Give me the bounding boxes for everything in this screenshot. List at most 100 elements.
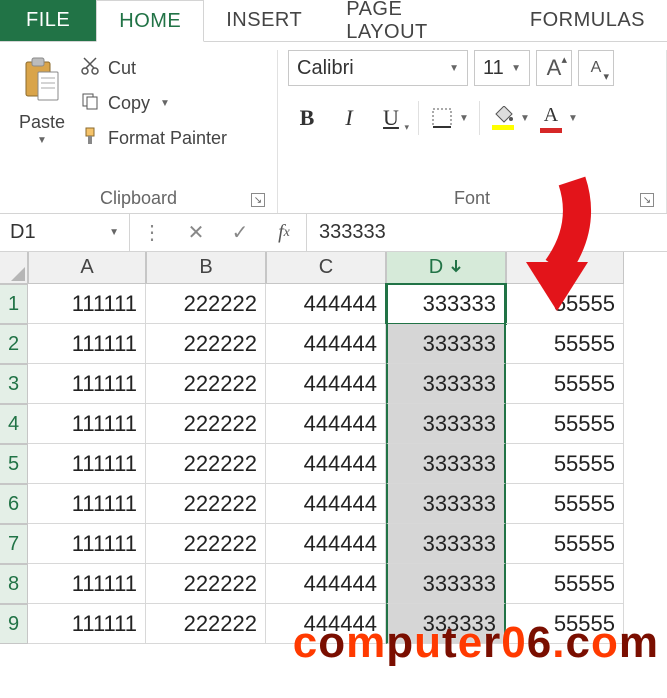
row-header[interactable]: 4	[0, 404, 28, 444]
cell[interactable]: 55555	[506, 484, 624, 524]
shrink-font-button[interactable]: A▾	[578, 50, 614, 86]
cell[interactable]: 111111	[28, 404, 146, 444]
cell[interactable]: 55555	[506, 284, 624, 324]
font-name-combo[interactable]: Calibri ▼	[288, 50, 468, 86]
fill-color-button[interactable]: ▼	[488, 100, 532, 136]
cell[interactable]: 333333	[386, 564, 506, 604]
cell[interactable]: 222222	[146, 524, 266, 564]
separator	[418, 101, 419, 135]
paste-button[interactable]: Paste ▼	[10, 50, 74, 182]
cell[interactable]: 55555	[506, 364, 624, 404]
row-header[interactable]: 8	[0, 564, 28, 604]
column-header-c[interactable]: C	[266, 252, 386, 284]
name-box[interactable]: D1 ▼	[0, 214, 130, 251]
cell[interactable]: 333333	[386, 444, 506, 484]
formula-input[interactable]: 333333	[307, 214, 667, 251]
tab-file[interactable]: FILE	[0, 0, 96, 41]
tab-insert[interactable]: INSERT	[204, 0, 324, 41]
row-header[interactable]: 5	[0, 444, 28, 484]
cell[interactable]: 444444	[266, 604, 386, 644]
cell[interactable]: 111111	[28, 524, 146, 564]
underline-button[interactable]: U	[372, 100, 410, 136]
font-color-button[interactable]: A ▼	[536, 100, 580, 136]
cancel-formula-button[interactable]: ✕	[174, 220, 218, 245]
dialog-launcher-icon[interactable]: ↘	[251, 193, 265, 207]
chevron-down-icon: ▼	[457, 100, 471, 136]
formula-value: 333333	[319, 221, 386, 244]
column-header-b[interactable]: B	[146, 252, 266, 284]
bucket-icon	[488, 100, 518, 136]
border-icon	[427, 100, 457, 136]
cell[interactable]: 333333	[386, 364, 506, 404]
cell[interactable]: 55555	[506, 404, 624, 444]
bold-button[interactable]: B	[288, 100, 326, 136]
chevron-down-icon: ▼	[566, 100, 580, 136]
cell[interactable]: 55555	[506, 564, 624, 604]
tab-formulas[interactable]: FORMULAS	[508, 0, 667, 41]
tab-home[interactable]: HOME	[96, 0, 204, 42]
vdots-icon[interactable]: ⋮	[130, 220, 174, 245]
cell[interactable]: 333333	[386, 484, 506, 524]
font-size-combo[interactable]: 11 ▼	[474, 50, 530, 86]
font-name-value: Calibri	[297, 57, 354, 80]
cell[interactable]: 111111	[28, 604, 146, 644]
row-header[interactable]: 6	[0, 484, 28, 524]
row-header[interactable]: 9	[0, 604, 28, 644]
cell[interactable]: 333333	[386, 604, 506, 644]
grow-font-button[interactable]: A▴	[536, 50, 572, 86]
cell[interactable]: 444444	[266, 564, 386, 604]
cell[interactable]: 222222	[146, 564, 266, 604]
select-all-corner[interactable]	[0, 252, 28, 284]
row-header[interactable]: 7	[0, 524, 28, 564]
cell[interactable]: 111111	[28, 324, 146, 364]
cell[interactable]: 333333	[386, 284, 506, 324]
column-header-e[interactable]: E	[506, 252, 624, 284]
spreadsheet-grid[interactable]: A B C D E 111111122222244444433333355555…	[0, 252, 667, 644]
ribbon-tabs: FILE HOME INSERT PAGE LAYOUT FORMULAS	[0, 0, 667, 42]
cell[interactable]: 444444	[266, 404, 386, 444]
cell[interactable]: 55555	[506, 444, 624, 484]
copy-button[interactable]: Copy ▼	[80, 91, 227, 116]
column-header-a[interactable]: A	[28, 252, 146, 284]
cell[interactable]: 111111	[28, 364, 146, 404]
cell[interactable]: 55555	[506, 524, 624, 564]
cell[interactable]: 333333	[386, 524, 506, 564]
dialog-launcher-icon[interactable]: ↘	[640, 193, 654, 207]
cell[interactable]: 444444	[266, 444, 386, 484]
cut-button[interactable]: Cut	[80, 56, 227, 81]
cell[interactable]: 55555	[506, 324, 624, 364]
cell[interactable]: 55555	[506, 604, 624, 644]
row-header[interactable]: 2	[0, 324, 28, 364]
cell[interactable]: 222222	[146, 404, 266, 444]
cell[interactable]: 222222	[146, 444, 266, 484]
font-color-icon: A	[536, 100, 566, 136]
cell[interactable]: 111111	[28, 444, 146, 484]
chevron-down-icon: ▼	[511, 63, 521, 74]
row-header[interactable]: 1	[0, 284, 28, 324]
cell[interactable]: 444444	[266, 324, 386, 364]
italic-button[interactable]: I	[330, 100, 368, 136]
cell[interactable]: 111111	[28, 484, 146, 524]
cell[interactable]: 222222	[146, 604, 266, 644]
cell[interactable]: 333333	[386, 324, 506, 364]
fx-button[interactable]: fx	[262, 221, 306, 244]
cell[interactable]: 111111	[28, 564, 146, 604]
cell[interactable]: 444444	[266, 524, 386, 564]
cell[interactable]: 222222	[146, 284, 266, 324]
confirm-formula-button[interactable]: ✓	[218, 220, 262, 245]
format-painter-label: Format Painter	[108, 128, 227, 149]
cell[interactable]: 222222	[146, 364, 266, 404]
cell[interactable]: 444444	[266, 284, 386, 324]
column-header-d[interactable]: D	[386, 252, 506, 284]
tab-page-layout[interactable]: PAGE LAYOUT	[324, 0, 508, 41]
border-button[interactable]: ▼	[427, 100, 471, 136]
cell[interactable]: 222222	[146, 484, 266, 524]
row-header[interactable]: 3	[0, 364, 28, 404]
cell[interactable]: 222222	[146, 324, 266, 364]
cell[interactable]: 111111	[28, 284, 146, 324]
cell[interactable]: 333333	[386, 404, 506, 444]
copy-icon	[80, 91, 100, 116]
cell[interactable]: 444444	[266, 484, 386, 524]
cell[interactable]: 444444	[266, 364, 386, 404]
format-painter-button[interactable]: Format Painter	[80, 126, 227, 151]
